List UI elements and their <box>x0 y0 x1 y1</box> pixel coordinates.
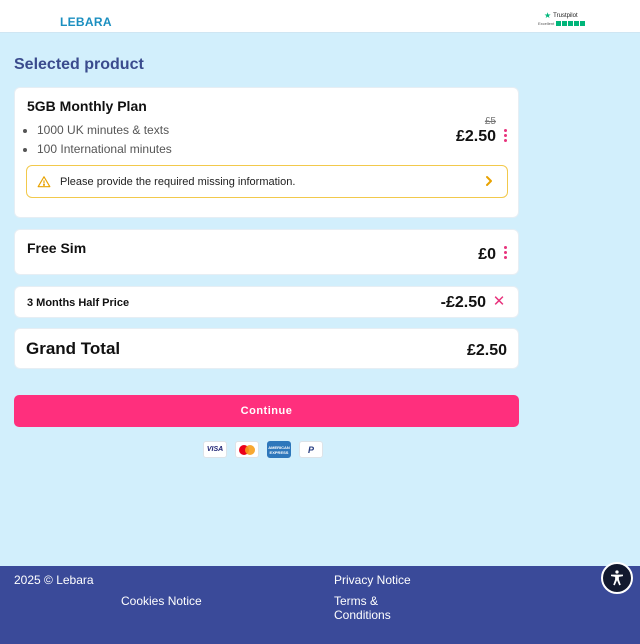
trustpilot-label: Trustpilot <box>553 13 578 19</box>
grand-total-price: £2.50 <box>466 342 507 359</box>
plan-features: 1000 UK minutes & texts 100 Internationa… <box>37 123 172 161</box>
plan-options-icon[interactable] <box>504 129 508 142</box>
plan-price-block: £5 £2.50 <box>456 116 496 146</box>
sim-price: £0 <box>478 246 496 263</box>
plan-card: 5GB Monthly Plan 1000 UK minutes & texts… <box>14 87 519 218</box>
payment-methods: VISA AMERICAN EXPRESS P <box>203 441 323 458</box>
promo-discount: -£2.50 <box>440 294 486 311</box>
remove-promo-icon[interactable]: ✕ <box>492 294 506 310</box>
paypal-icon: P <box>299 441 323 458</box>
sim-name: Free Sim <box>27 240 87 256</box>
missing-info-warning[interactable]: Please provide the required missing info… <box>26 165 508 198</box>
privacy-notice-link[interactable]: Privacy Notice <box>334 573 411 587</box>
cookies-notice-link[interactable]: Cookies Notice <box>121 594 202 608</box>
plan-price: £2.50 <box>455 128 496 145</box>
warning-icon <box>37 175 51 187</box>
sim-options-icon[interactable] <box>504 246 508 259</box>
chevron-right-icon <box>486 176 492 186</box>
amex-icon: AMERICAN EXPRESS <box>267 441 291 458</box>
visa-icon: VISA <box>203 441 227 458</box>
section-title: Selected product <box>14 56 144 73</box>
sim-card: Free Sim £0 <box>14 229 519 275</box>
trustpilot-star-icon: ★ <box>544 11 552 20</box>
terms-conditions-link[interactable]: Terms & Conditions <box>334 594 414 622</box>
plan-feature: 1000 UK minutes & texts <box>37 123 172 137</box>
promo-card: 3 Months Half Price -£2.50 ✕ <box>14 286 519 318</box>
warning-text: Please provide the required missing info… <box>60 175 296 188</box>
trustpilot-stars <box>556 21 586 26</box>
accessibility-person-icon <box>611 570 623 586</box>
copyright: 2025 © Lebara <box>14 573 94 587</box>
mastercard-icon <box>235 441 259 458</box>
trustpilot-widget[interactable]: ★ Trustpilot Excellent <box>538 11 586 28</box>
plan-feature: 100 International minutes <box>37 142 172 156</box>
site-header: LEBARA ★ Trustpilot Excellent <box>0 0 640 33</box>
lebara-logo[interactable]: LEBARA <box>60 15 112 29</box>
plan-name: 5GB Monthly Plan <box>27 98 147 114</box>
grand-total-label: Grand Total <box>26 339 121 358</box>
plan-old-price: £5 <box>484 116 496 127</box>
site-footer: 2025 © Lebara Privacy Notice Cookies Not… <box>0 566 640 644</box>
trustpilot-rating-label: Excellent <box>538 21 555 26</box>
accessibility-icon[interactable] <box>601 562 633 594</box>
continue-button[interactable]: Continue <box>14 395 519 427</box>
grand-total-card: Grand Total £2.50 <box>14 328 519 369</box>
promo-name: 3 Months Half Price <box>27 297 130 309</box>
